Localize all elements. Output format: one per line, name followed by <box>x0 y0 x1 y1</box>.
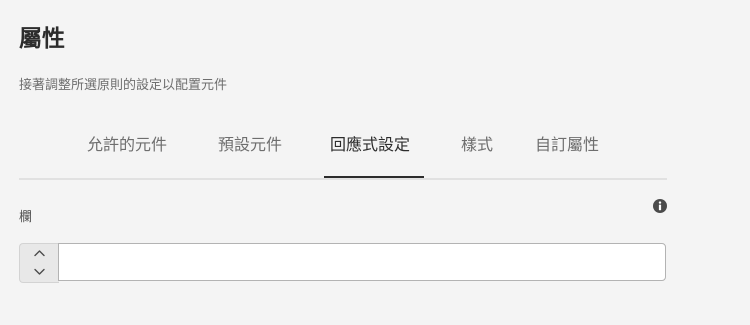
selected-tab-indicator <box>324 176 424 178</box>
tab-custom-properties[interactable]: 自訂屬性 <box>535 126 599 164</box>
tab-default-components[interactable]: 預設元件 <box>218 126 282 164</box>
properties-panel: 屬性 接著調整所選原則的設定以配置元件 允許的元件 預設元件 回應式設定 樣式 … <box>0 0 750 325</box>
tab-list: 允許的元件 預設元件 回應式設定 樣式 自訂屬性 <box>19 126 667 180</box>
columns-input[interactable] <box>58 243 666 281</box>
tab-styles[interactable]: 樣式 <box>461 126 493 164</box>
columns-field-label: 欄 <box>19 210 33 225</box>
tab-responsive-settings[interactable]: 回應式設定 <box>330 126 410 164</box>
columns-stepper <box>19 243 59 283</box>
info-icon[interactable] <box>653 198 667 213</box>
chevron-up-icon <box>34 250 45 257</box>
decrement-button[interactable] <box>20 263 59 282</box>
panel-title: 屬性 <box>19 26 65 52</box>
tab-allowed-components[interactable]: 允許的元件 <box>87 126 167 164</box>
panel-description: 接著調整所選原則的設定以配置元件 <box>19 78 228 93</box>
increment-button[interactable] <box>20 244 59 263</box>
chevron-down-icon <box>34 268 45 275</box>
